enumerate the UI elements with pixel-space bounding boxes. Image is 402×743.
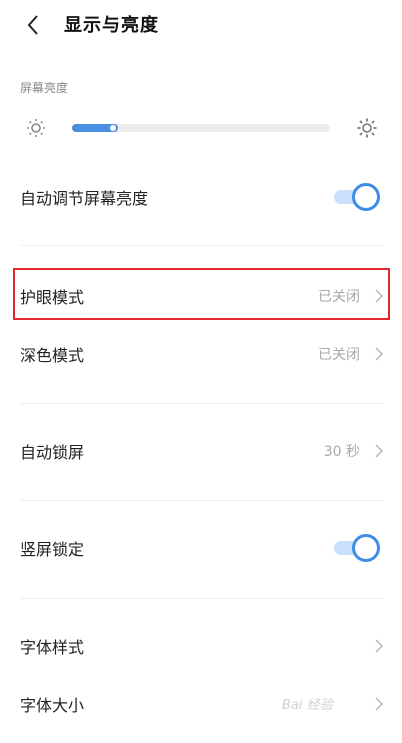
- chevron-left-icon: [22, 12, 46, 38]
- back-button[interactable]: [22, 12, 46, 38]
- setting-auto-lock[interactable]: 自动锁屏 30 秒: [0, 428, 402, 474]
- watermark: Bai 经验: [282, 698, 333, 713]
- highlight-box: [13, 268, 390, 320]
- setting-portrait-lock[interactable]: 竖屏锁定: [0, 525, 402, 571]
- chevron-right-icon: [374, 442, 384, 460]
- auto-brightness-toggle[interactable]: [332, 183, 380, 211]
- setting-value: 30 秒: [323, 444, 360, 460]
- setting-label: 自动锁屏: [20, 443, 85, 462]
- toggle-knob: [352, 183, 380, 211]
- brightness-slider-thumb[interactable]: [110, 125, 116, 131]
- chevron-right-icon: [374, 695, 384, 713]
- setting-label: 字体样式: [20, 638, 85, 657]
- setting-font-style[interactable]: 字体样式: [0, 623, 402, 669]
- portrait-lock-toggle[interactable]: [332, 534, 380, 562]
- setting-value: 已关闭: [318, 347, 360, 363]
- setting-label: 竖屏锁定: [20, 540, 85, 559]
- divider: [20, 598, 384, 599]
- brightness-slider[interactable]: [72, 124, 330, 132]
- sun-dim-icon: [26, 118, 46, 138]
- setting-label: 自动调节屏幕亮度: [20, 189, 149, 208]
- header-bar: 显示与亮度: [0, 0, 402, 50]
- chevron-right-icon: [374, 345, 384, 363]
- chevron-right-icon: [374, 637, 384, 655]
- divider: [20, 403, 384, 404]
- brightness-section-title: 屏幕亮度: [20, 81, 69, 95]
- toggle-knob: [352, 534, 380, 562]
- page-title: 显示与亮度: [64, 15, 159, 36]
- setting-auto-brightness[interactable]: 自动调节屏幕亮度: [0, 174, 402, 220]
- divider: [20, 500, 384, 501]
- divider: [20, 245, 384, 246]
- setting-label: 深色模式: [20, 346, 85, 365]
- setting-dark-mode[interactable]: 深色模式 已关闭: [0, 331, 402, 377]
- setting-font-size[interactable]: 字体大小: [0, 681, 402, 727]
- setting-label: 字体大小: [20, 696, 85, 715]
- sun-bright-icon: [357, 118, 377, 138]
